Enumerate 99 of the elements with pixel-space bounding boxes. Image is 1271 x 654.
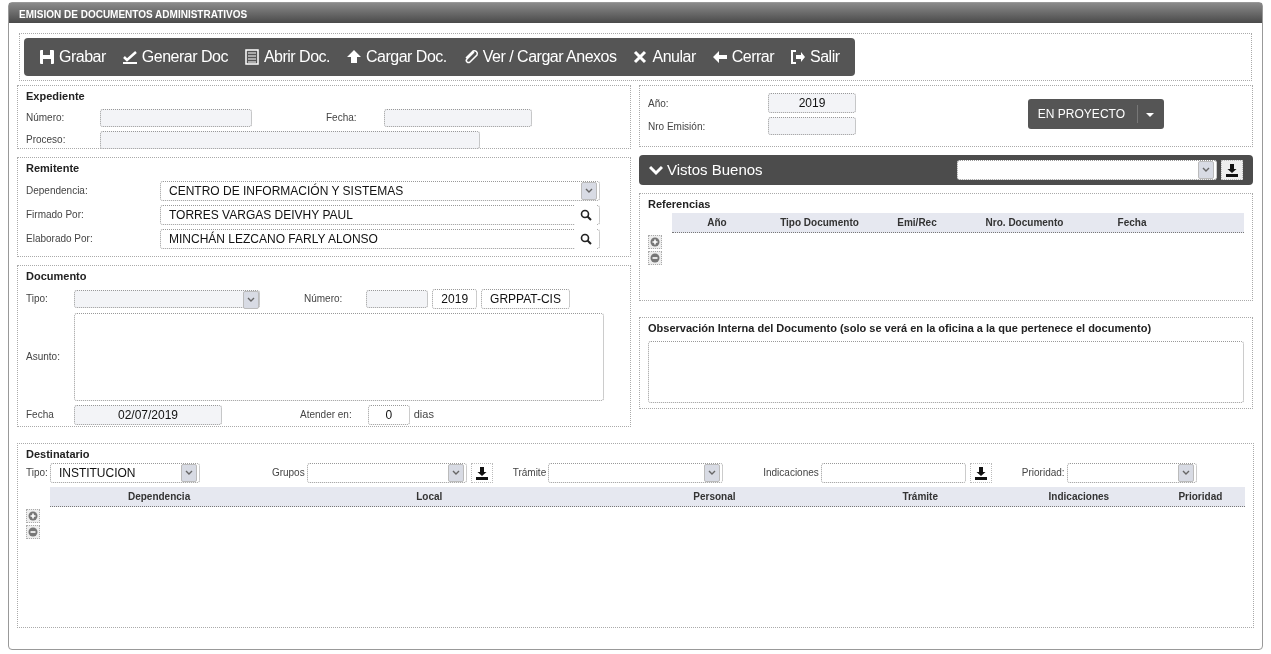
field-label: Grupos [271,466,305,480]
section-legend: Observación Interna del Documento (solo se verá en la oficina a la que pertenece el documento) [648,320,1244,337]
remove-row-button[interactable] [26,524,40,539]
field-label: Prioridad: [1021,466,1065,480]
caret-icon [1137,105,1154,123]
field-value: CENTRO DE INFORMACIÓN Y SISTEMAS [169,182,404,200]
field-label: Número: [26,111,66,125]
dropdown-icon [581,181,597,200]
field-value: MINCHÁN LEZCANO FARLY ALONSO [169,230,378,248]
remove-row-button[interactable] [648,250,662,265]
add-download-button[interactable] [1221,160,1243,180]
dropdown-icon [1198,161,1214,179]
atender-field[interactable]: 0 [367,404,410,425]
tipo-select[interactable] [74,289,260,308]
numero-field[interactable] [366,289,429,308]
name-field[interactable]: MINCHÁN LEZCANO FARLY ALONSO [160,228,600,249]
field-label: Asunto: [26,350,61,364]
column-header: Prioridad [1178,490,1223,502]
exit-icon [790,49,807,65]
nro-emision-field[interactable] [768,117,856,135]
field-label: Tipo: [26,466,48,480]
field-label: Atender en: [300,408,352,422]
toolbar-button[interactable]: Generar Doc [114,43,235,71]
field-label: Nro Emisión: [648,119,707,134]
field-label: Indicaciones [763,466,819,480]
field-label: Elaborado Por: [26,232,94,246]
filter-select[interactable] [548,462,724,483]
suffix-field[interactable]: GRPPAT-CIS [481,288,570,309]
window-title: EMISION DE DOCUMENTOS ADMINISTRATIVOS [9,3,1262,23]
field-label: Fecha: [326,111,358,125]
field-label: Trámite [512,466,547,480]
filter-select[interactable]: INSTITUCION [49,462,200,483]
field-label: Año: [648,96,670,111]
field-label: Firmado Por: [26,208,85,222]
column-header: Emi/Rec [897,216,937,228]
close-icon [632,49,649,65]
column-header: Tipo Documento [780,216,859,228]
list-icon [243,49,260,65]
toolbar-button[interactable]: Salir [783,43,847,71]
column-header: Fecha [1117,216,1147,228]
column-header: Dependencia [127,490,191,502]
observacion-field[interactable] [648,340,1244,403]
field-label: Fecha [26,408,55,422]
toolbar-button[interactable]: Cargar Doc. [339,43,454,71]
check-line-icon [121,49,138,65]
add-download-button[interactable] [969,462,992,483]
column-header: Indicaciones [1048,490,1110,502]
section-legend: Destinatario [26,446,1245,463]
toolbar-button[interactable]: Anular [625,43,703,71]
name-field[interactable]: TORRES VARGAS DEIVHY PAUL [160,204,600,225]
status-dropdown[interactable]: EN PROYECTO [1027,99,1164,129]
field-label: Proceso: [26,133,67,147]
download-icon [973,465,988,480]
dropdown-icon [447,463,464,482]
fecha-field[interactable] [384,108,532,127]
column-header: Local [416,490,443,502]
year-field[interactable]: 2019 [432,288,478,309]
add-row-button[interactable] [26,508,40,523]
dropdown-icon [704,463,721,482]
column-header: Personal [693,490,736,502]
upload-cloud-icon [346,49,362,65]
chevron-icon [649,164,663,176]
fecha-field[interactable]: 02/07/2019 [74,404,222,425]
filter-select[interactable] [1066,462,1197,483]
proceso-field[interactable] [100,130,480,149]
section-legend: Remitente [26,160,622,177]
dropdown-icon [180,463,197,482]
asunto-field[interactable] [74,312,604,401]
paperclip-icon [462,49,479,65]
field-label: Dependencia: [26,184,89,198]
arrow-left-icon [711,49,728,65]
section-legend: Documento [26,268,622,285]
download-icon [474,465,489,480]
field-value: TORRES VARGAS DEIVHY PAUL [169,206,353,224]
dropdown-icon [1177,463,1194,482]
search-icon [580,208,592,221]
dependencia-select[interactable]: CENTRO DE INFORMACIÓN Y SISTEMAS [160,180,600,201]
toolbar-button[interactable]: Abrir Doc. [236,43,337,71]
toolbar-button[interactable]: Cerrar [704,43,782,71]
toolbar-button[interactable]: Grabar [32,43,113,71]
field-value: INSTITUCION [58,464,136,482]
section-legend: Referencias [648,196,1244,213]
field-label: Número: [304,292,343,306]
column-header: Nro. Documento [985,216,1064,228]
add-row-button[interactable] [648,234,662,249]
indicaciones-field[interactable] [820,462,966,483]
add-download-button[interactable] [470,462,493,483]
column-header: Año [707,216,727,228]
dropdown-icon [243,290,259,309]
search-icon [580,232,592,245]
toolbar-button[interactable]: Ver / Cargar Anexos [455,43,624,71]
field-label: dias [413,407,434,423]
column-header: Trámite [902,490,938,502]
download-icon [1225,163,1239,177]
numero-field[interactable] [100,108,252,127]
anio-field[interactable]: 2019 [768,93,856,113]
field-label: Tipo: [26,292,49,306]
section-legend: Expediente [26,88,622,105]
panel-title: Vistos Buenos [667,159,763,180]
